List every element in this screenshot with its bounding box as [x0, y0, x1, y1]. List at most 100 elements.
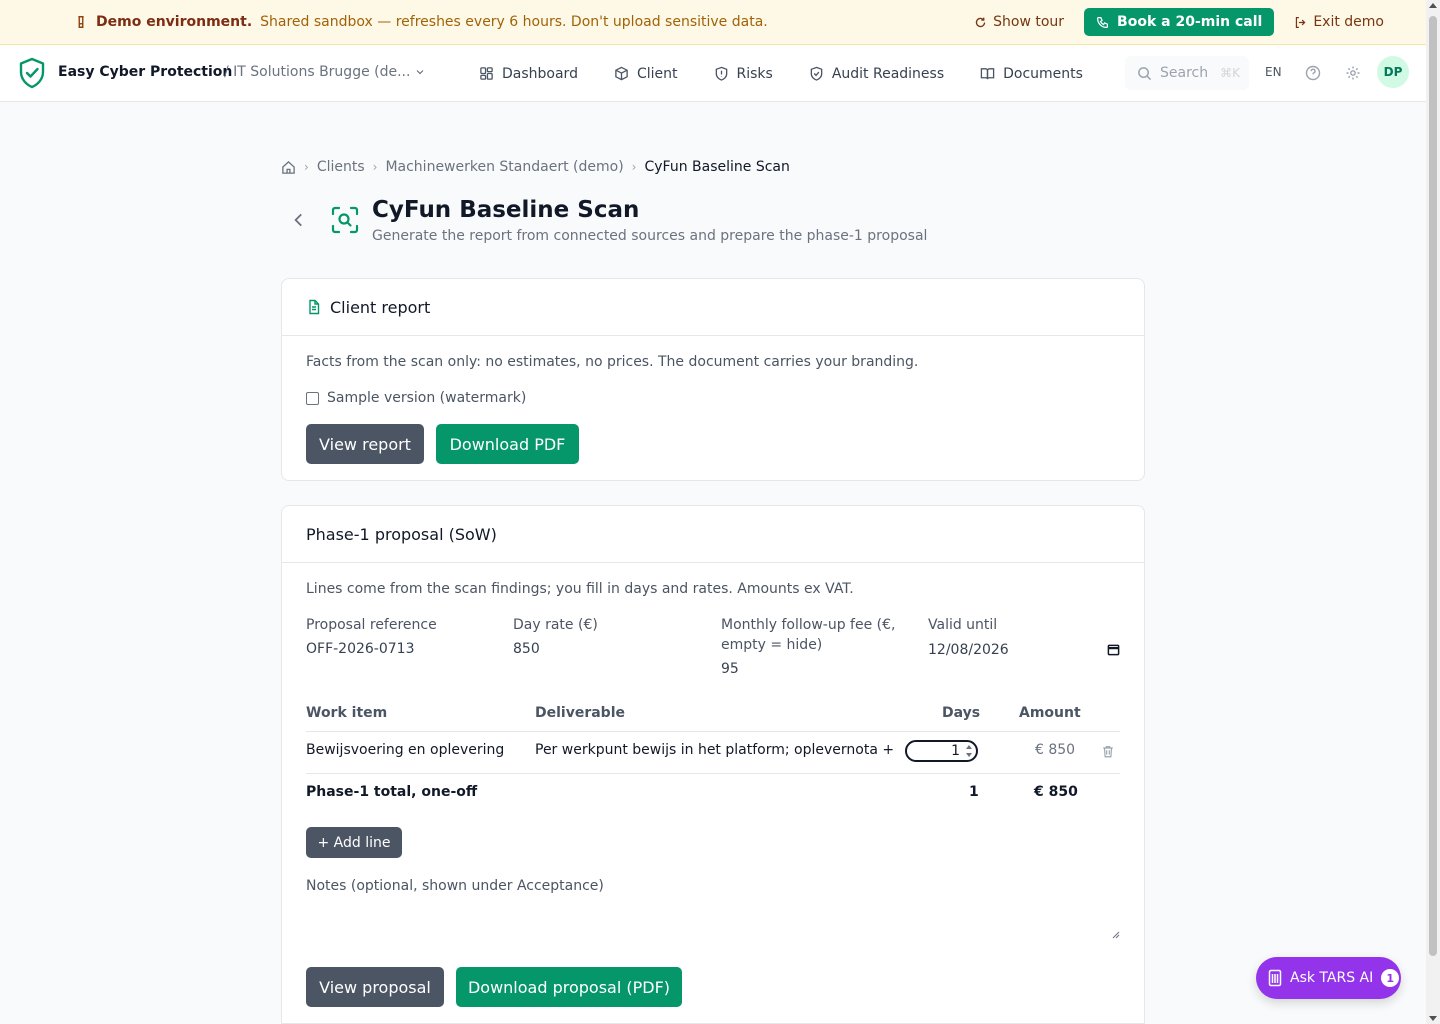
sample-version-label: Sample version (watermark) [327, 390, 527, 406]
calendar-icon[interactable] [1107, 643, 1120, 656]
search-placeholder: Search [1160, 65, 1209, 81]
nav-item-risks[interactable]: Risks [714, 66, 773, 82]
breadcrumb-separator: › [372, 160, 378, 174]
show-tour-button[interactable]: Show tour [974, 14, 1064, 30]
table-header-divider [306, 731, 1120, 732]
day-rate-input[interactable]: 850 [513, 641, 540, 657]
demo-banner: Demo environment. Shared sandbox — refre… [0, 0, 1426, 45]
valid-until-label: Valid until [928, 617, 998, 633]
nav-label-documents: Documents [1003, 65, 1083, 82]
app-name[interactable]: Easy Cyber Protection [58, 64, 232, 80]
trash-icon[interactable] [1101, 744, 1115, 759]
sample-version-checkbox[interactable]: Sample version (watermark) [306, 390, 526, 406]
breadcrumb-current: CyFun Baseline Scan [644, 159, 790, 175]
reference-input[interactable]: OFF-2026-0713 [306, 641, 415, 657]
shield-alert-icon [715, 66, 727, 81]
scroll-thumb[interactable] [1429, 16, 1437, 956]
search-shortcut: ⌘K [1220, 66, 1240, 80]
language-switcher[interactable]: EN [1265, 65, 1282, 79]
phone-icon [1097, 16, 1109, 28]
nav-label-risks: Risks [736, 65, 773, 82]
resize-handle-icon[interactable] [1112, 931, 1120, 939]
reference-label: Proposal reference [306, 617, 437, 633]
tenant-switcher[interactable]: / IT Solutions Brugge (de... [224, 64, 426, 80]
breadcrumb-separator: › [304, 160, 309, 174]
nav-label-dashboard: Dashboard [502, 65, 578, 82]
deliverable-cell[interactable]: Per werkpunt bewijs in het platform; opl… [535, 742, 897, 758]
gear-icon[interactable] [1345, 65, 1361, 81]
valid-until-value: 12/08/2026 [928, 642, 1009, 658]
download-proposal-button[interactable]: Download proposal (PDF) [456, 967, 682, 1007]
page-title: CyFun Baseline Scan [372, 197, 640, 223]
proposal-description: Lines come from the scan findings; you f… [306, 581, 854, 597]
flask-icon [74, 15, 88, 29]
total-label: Phase-1 total, one-off [306, 784, 478, 800]
monthly-fee-input[interactable]: 95 [721, 661, 739, 677]
page-scrollbar[interactable] [1426, 0, 1440, 1024]
col-header-deliverable: Deliverable [535, 705, 626, 721]
download-pdf-button[interactable]: Download PDF [436, 424, 579, 464]
col-header-work-item: Work item [306, 705, 388, 721]
page-subtitle: Generate the report from connected sourc… [372, 228, 928, 244]
notes-label: Notes (optional, shown under Acceptance) [306, 878, 604, 894]
nav-item-audit-readiness[interactable]: Audit Readiness [809, 66, 944, 82]
nav-label-audit-readiness: Audit Readiness [831, 65, 945, 82]
notes-textarea[interactable] [306, 899, 1120, 939]
book-call-button[interactable]: Book a 20-min call [1084, 8, 1275, 36]
logout-icon [1296, 16, 1306, 28]
exit-demo-button[interactable]: Exit demo [1294, 14, 1384, 30]
day-rate-label: Day rate (€) [513, 617, 598, 633]
proposal-card: Phase-1 proposal (SoW) Lines come from t… [281, 505, 1145, 1024]
ask-tars-ai-button[interactable]: Ask TARS AI 1 [1256, 957, 1401, 999]
user-avatar[interactable]: DP [1377, 56, 1409, 88]
breadcrumb-separator: › [631, 160, 637, 174]
client-report-description: Facts from the scan only: no estimates, … [306, 354, 919, 370]
notification-badge: 1 [1381, 969, 1400, 987]
monthly-fee-label: Monthly follow-up fee (€, empty = hide) [721, 617, 896, 653]
shield-check-logo-icon[interactable] [18, 57, 46, 89]
robot-icon [1268, 969, 1282, 987]
client-report-header: Client report [282, 279, 1144, 336]
breadcrumb-client[interactable]: Machinewerken Standaert (demo) [385, 159, 623, 175]
days-stepper[interactable]: 1 [905, 740, 978, 762]
nav-item-dashboard[interactable]: Dashboard [479, 66, 578, 82]
view-proposal-button[interactable]: View proposal [306, 967, 444, 1007]
nav-item-documents[interactable]: Documents [980, 66, 1083, 82]
total-days: 1 [969, 784, 979, 800]
breadcrumb: › Clients › Machinewerken Standaert (dem… [281, 159, 790, 175]
refresh-icon [975, 17, 986, 27]
total-amount: € 850 [1034, 784, 1078, 800]
proposal-title: Phase-1 proposal (SoW) [306, 524, 497, 544]
banner-title: Demo environment. [96, 14, 253, 30]
breadcrumb-clients[interactable]: Clients [317, 159, 365, 175]
checkbox-box[interactable] [306, 391, 319, 405]
client-report-title: Client report [330, 297, 431, 317]
exit-demo-label: Exit demo [1313, 14, 1384, 30]
book-open-icon [980, 68, 995, 80]
scroll-up-arrow[interactable] [1429, 3, 1437, 8]
scan-search-icon [331, 206, 359, 234]
book-call-label: Book a 20-min call [1117, 14, 1263, 30]
scroll-down-arrow[interactable] [1429, 1016, 1437, 1021]
home-icon[interactable] [281, 160, 296, 175]
back-chevron-icon[interactable] [290, 210, 308, 230]
nav-item-client[interactable]: Client [614, 66, 678, 82]
table-row-divider [306, 773, 1120, 774]
days-value: 1 [951, 743, 960, 759]
valid-until-input[interactable]: 12/08/2026 [928, 642, 1120, 662]
top-navigation: Easy Cyber Protection / IT Solutions Bru… [0, 45, 1426, 102]
search-input[interactable]: Search ⌘K [1125, 56, 1249, 90]
client-report-card: Client report Facts from the scan only: … [281, 278, 1145, 481]
help-circle-icon[interactable] [1305, 65, 1321, 81]
spinner-arrows-icon[interactable] [965, 744, 973, 758]
banner-text: Shared sandbox — refreshes every 6 hours… [260, 14, 768, 30]
file-text-icon [309, 299, 320, 315]
view-report-button[interactable]: View report [306, 424, 424, 464]
show-tour-label: Show tour [993, 14, 1065, 30]
chevron-down-icon [417, 70, 424, 75]
tenant-label: / IT Solutions Brugge (de... [224, 64, 411, 80]
work-item-cell[interactable]: Bewijsvoering en oplevering [306, 742, 504, 758]
nav-label-client: Client [636, 65, 678, 82]
amount-cell: € 850 [1035, 742, 1076, 758]
add-line-button[interactable]: + Add line [306, 827, 402, 858]
